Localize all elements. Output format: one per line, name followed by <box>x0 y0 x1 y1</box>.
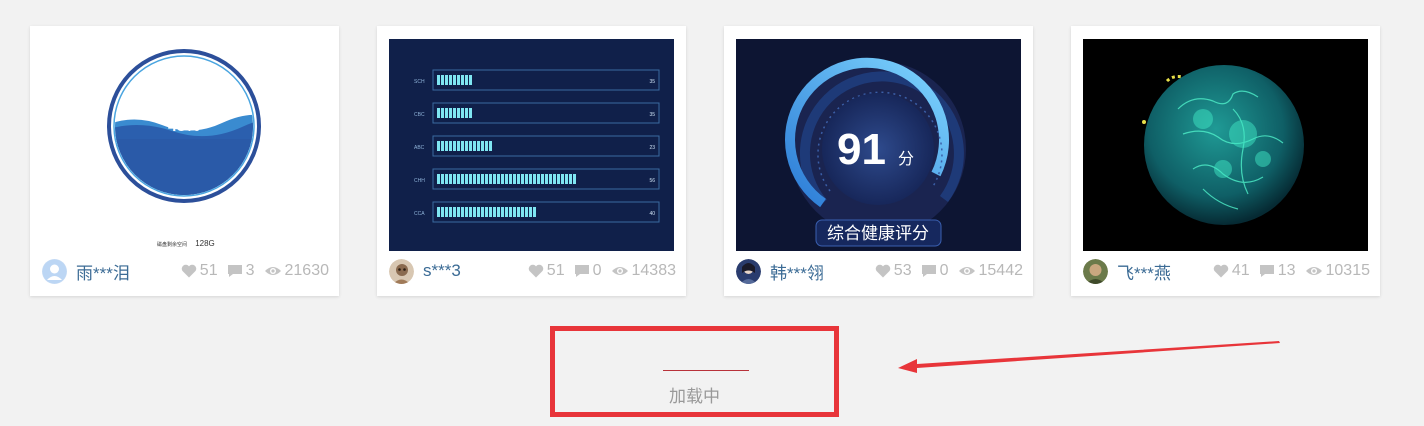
heart-icon <box>528 264 544 278</box>
comments-count: 13 <box>1277 262 1296 279</box>
card-meta: s***3 51 0 14383 <box>389 258 676 284</box>
bar-value: 56 <box>649 178 655 184</box>
likes-stat[interactable]: 51 <box>181 262 218 280</box>
comments-stat[interactable]: 0 <box>574 262 602 280</box>
percent-label: 48% <box>168 118 200 135</box>
card-meta: 韩***翎 53 0 15442 <box>736 258 1023 284</box>
water-ball-chart: 48% 磁盘剩余空间 128G <box>107 49 261 248</box>
likes-stat[interactable]: 53 <box>875 262 912 280</box>
project-card-3[interactable]: 91 分 综合健康评分 韩***翎 53 0 15442 <box>724 26 1033 296</box>
loading-text: 加载中 <box>669 387 720 406</box>
comments-count: 3 <box>245 262 255 279</box>
eye-icon <box>958 267 975 275</box>
disk-value: 128G <box>195 239 215 248</box>
gauge-chart: 91 分 综合健康评分 <box>785 57 966 247</box>
bar-row: CCA 40 <box>414 201 660 223</box>
avatar-image <box>736 258 761 284</box>
views-stat: 15442 <box>958 262 1024 280</box>
likes-count: 51 <box>199 262 218 279</box>
author-name[interactable]: s***3 <box>423 261 461 281</box>
annotation-arrow-icon <box>898 341 1280 373</box>
author-name[interactable]: 韩***翎 <box>770 259 824 284</box>
disk-caption: 磁盘剩余空间 <box>157 241 187 248</box>
author-name[interactable]: 飞***燕 <box>1117 259 1171 284</box>
heart-icon <box>875 264 891 278</box>
bar-row: SCH 35 <box>414 69 660 91</box>
loading-highlight-box: 加载中 <box>550 326 839 417</box>
gauge-unit: 分 <box>898 150 914 168</box>
comment-icon <box>227 265 242 277</box>
card-meta: 飞***燕 41 13 10315 <box>1083 258 1370 284</box>
card-thumbnail[interactable]: 48% 磁盘剩余空间 128G <box>42 39 327 251</box>
user-icon <box>42 259 67 283</box>
bar-row: CHH 56 <box>414 168 660 190</box>
avatar-image <box>1083 258 1108 284</box>
card-thumbnail[interactable]: SCH 35 CBC 35 ABC 23 CHH 56 CCA 40 <box>389 39 674 251</box>
bar-label: ABC <box>414 145 425 151</box>
avatar[interactable] <box>736 258 761 284</box>
heart-icon <box>181 264 197 278</box>
comments-count: 0 <box>939 262 949 279</box>
heart-icon <box>1213 264 1229 278</box>
card-thumbnail[interactable] <box>1083 39 1368 251</box>
bar-row: ABC 23 <box>414 135 660 157</box>
globe-visual <box>1142 65 1304 225</box>
comments-stat[interactable]: 0 <box>921 262 949 280</box>
card-thumbnail[interactable]: 91 分 综合健康评分 <box>736 39 1021 251</box>
views-count: 14383 <box>631 262 677 279</box>
comment-icon <box>921 265 936 277</box>
project-card-1[interactable]: 48% 磁盘剩余空间 128G 雨***泪 51 3 21630 <box>30 26 339 296</box>
avatar[interactable] <box>389 258 414 284</box>
likes-count: 41 <box>1231 262 1250 279</box>
bar-value: 40 <box>649 211 655 217</box>
eye-icon <box>611 267 628 275</box>
bar-label: CHH <box>414 178 425 184</box>
eye-icon <box>264 267 281 275</box>
likes-count: 53 <box>893 262 912 279</box>
bar-list-chart: SCH 35 CBC 35 ABC 23 CHH 56 CCA 40 <box>414 69 660 223</box>
card-meta: 雨***泪 51 3 21630 <box>42 258 329 284</box>
bar-value: 35 <box>649 79 655 85</box>
views-stat: 10315 <box>1305 262 1371 280</box>
comments-count: 0 <box>592 262 602 279</box>
comments-stat[interactable]: 13 <box>1259 262 1296 280</box>
likes-count: 51 <box>546 262 565 279</box>
views-count: 15442 <box>978 262 1024 279</box>
gauge-label: 综合健康评分 <box>827 224 929 243</box>
eye-icon <box>1305 267 1322 275</box>
gauge-score: 91 <box>837 125 886 174</box>
bar-value: 23 <box>649 145 655 151</box>
bar-value: 35 <box>649 112 655 118</box>
views-stat: 21630 <box>264 262 330 280</box>
avatar[interactable] <box>1083 258 1108 284</box>
likes-stat[interactable]: 41 <box>1213 262 1250 280</box>
likes-stat[interactable]: 51 <box>528 262 565 280</box>
comment-icon <box>574 265 589 277</box>
loading-spinner-line <box>663 370 749 371</box>
author-name[interactable]: 雨***泪 <box>76 259 130 284</box>
avatar[interactable] <box>42 258 67 284</box>
bar-label: CBC <box>414 112 425 118</box>
bar-label: SCH <box>414 79 425 85</box>
project-card-2[interactable]: SCH 35 CBC 35 ABC 23 CHH 56 CCA 40 s***3… <box>377 26 686 296</box>
project-card-4[interactable]: 飞***燕 41 13 10315 <box>1071 26 1380 296</box>
views-count: 21630 <box>284 262 330 279</box>
views-count: 10315 <box>1325 262 1371 279</box>
avatar-image <box>389 258 414 284</box>
comment-icon <box>1259 265 1274 277</box>
bar-label: CCA <box>414 211 425 217</box>
bar-row: CBC 35 <box>414 102 660 124</box>
comments-stat[interactable]: 3 <box>227 262 255 280</box>
views-stat: 14383 <box>611 262 677 280</box>
